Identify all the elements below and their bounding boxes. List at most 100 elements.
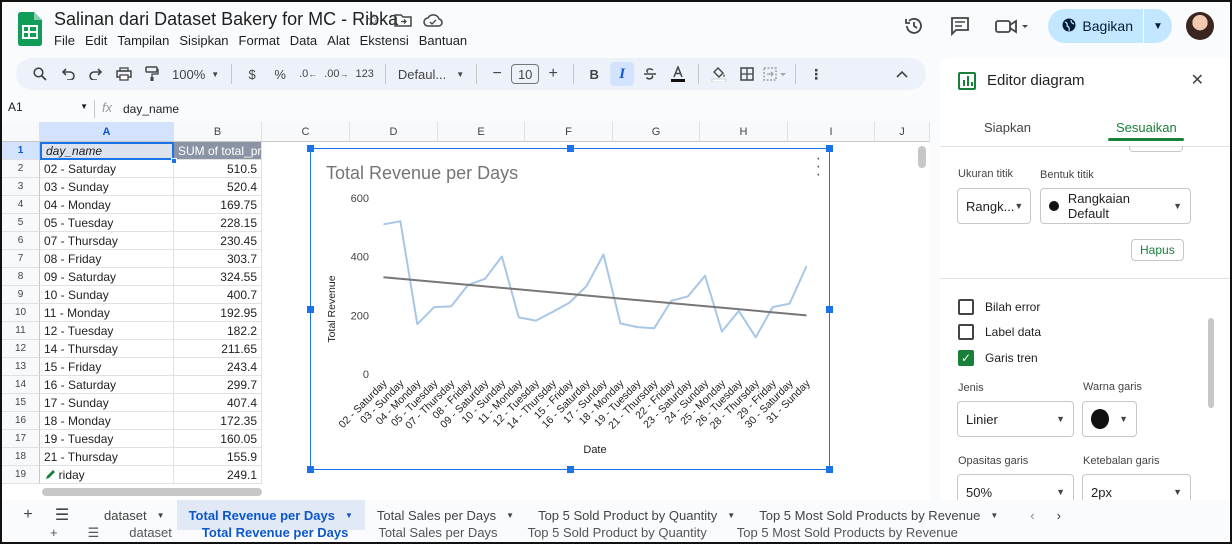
- column-header-f[interactable]: F: [525, 122, 613, 142]
- cell-sum[interactable]: 192.95: [174, 304, 262, 322]
- cell-sum[interactable]: 243.4: [174, 358, 262, 376]
- resize-handle-top[interactable]: [567, 145, 574, 152]
- share-button[interactable]: Bagikan ▼: [1048, 9, 1172, 43]
- trendline-type-select[interactable]: Linier ▼: [957, 401, 1074, 437]
- bold-button[interactable]: B: [582, 62, 606, 86]
- cell-day-name[interactable]: 15 - Friday: [40, 358, 174, 376]
- row-header[interactable]: 8: [2, 268, 40, 286]
- resize-handle-top-right[interactable]: [826, 145, 833, 152]
- cell-sum[interactable]: 160.05: [174, 430, 262, 448]
- resize-handle-bottom[interactable]: [567, 466, 574, 473]
- resize-handle-bottom-right[interactable]: [826, 466, 833, 473]
- row-header[interactable]: 10: [2, 304, 40, 322]
- percent-format-button[interactable]: %: [268, 62, 292, 86]
- resize-handle-right[interactable]: [826, 306, 833, 313]
- line-chart[interactable]: Total Revenue per Days · · · 0 200 400 600 02 …: [307, 145, 833, 473]
- error-bars-checkbox[interactable]: [958, 299, 974, 315]
- row-header[interactable]: 7: [2, 250, 40, 268]
- data-labels-checkbox[interactable]: [958, 324, 974, 340]
- fill-color-icon[interactable]: [707, 62, 731, 86]
- resize-handle-bottom-left[interactable]: [307, 466, 314, 473]
- cell-day-name[interactable]: 10 - Sunday: [40, 286, 174, 304]
- cell-sum[interactable]: 155.9: [174, 448, 262, 466]
- cell-day-name[interactable]: 02 - Saturday: [40, 160, 174, 178]
- row-header[interactable]: 14: [2, 376, 40, 394]
- row-header[interactable]: 16: [2, 412, 40, 430]
- sheet-tab-top5-quantity[interactable]: Top 5 Sold Product by Quantity ▼: [526, 500, 747, 530]
- cell-sum[interactable]: 230.45: [174, 232, 262, 250]
- cell-sum[interactable]: 510.5: [174, 160, 262, 178]
- undo-icon[interactable]: [56, 62, 80, 86]
- currency-format-button[interactable]: $: [240, 62, 264, 86]
- line-color-select[interactable]: ▼: [1082, 401, 1137, 437]
- add-sheet-icon[interactable]: +: [14, 506, 42, 524]
- move-folder-icon[interactable]: [392, 10, 414, 30]
- line-opacity-select[interactable]: 50% ▼: [957, 474, 1074, 500]
- cell-sum[interactable]: 228.15: [174, 214, 262, 232]
- trendline-checkbox[interactable]: ✓: [958, 350, 974, 366]
- increase-decimal-button[interactable]: .00 →: [324, 62, 348, 86]
- redo-icon[interactable]: [84, 62, 108, 86]
- document-title[interactable]: Salinan dari Dataset Bakery for MC - Rib…: [54, 9, 398, 30]
- comments-icon[interactable]: [944, 10, 976, 42]
- menu-extensions[interactable]: Ekstensi: [360, 33, 415, 48]
- sheet-tab-top5-revenue[interactable]: Top 5 Most Sold Products by Revenue ▼: [747, 500, 1010, 530]
- row-header[interactable]: 9: [2, 286, 40, 304]
- menu-format[interactable]: Format: [239, 33, 286, 48]
- cell-sum[interactable]: 324.55: [174, 268, 262, 286]
- cell-sum[interactable]: 407.4: [174, 394, 262, 412]
- column-header-e[interactable]: E: [438, 122, 525, 142]
- tab-setup[interactable]: Siapkan: [984, 120, 1031, 135]
- cell-sum[interactable]: 182.2: [174, 322, 262, 340]
- avatar[interactable]: [1186, 12, 1214, 40]
- decrease-decimal-button[interactable]: .0 ←: [296, 62, 320, 86]
- trendline-option[interactable]: ✓ Garis tren: [958, 350, 1038, 366]
- cell-day-name[interactable]: 05 - Tuesday: [40, 214, 174, 232]
- menu-insert[interactable]: Sisipkan: [179, 33, 234, 48]
- paint-format-icon[interactable]: [140, 62, 164, 86]
- line-thickness-select[interactable]: 2px ▼: [1082, 474, 1191, 500]
- column-header-i[interactable]: I: [788, 122, 875, 142]
- resize-handle-top-left[interactable]: [307, 145, 314, 152]
- cloud-status-icon[interactable]: [422, 10, 444, 30]
- name-box[interactable]: A1 ▼: [8, 100, 88, 114]
- text-color-icon[interactable]: [666, 62, 690, 86]
- row-header[interactable]: 11: [2, 322, 40, 340]
- cell-day-name[interactable]: 12 - Tuesday: [40, 322, 174, 340]
- cell-day-name[interactable]: 16 - Saturday: [40, 376, 174, 394]
- cell-day-name[interactable]: 08 - Friday: [40, 250, 174, 268]
- collapse-menu-icon[interactable]: [890, 62, 914, 86]
- cell-day-name[interactable]: 18 - Monday: [40, 412, 174, 430]
- point-size-select[interactable]: Rangk... ▼: [957, 188, 1031, 224]
- header-cell-day-name[interactable]: day_name: [40, 142, 174, 160]
- delete-button[interactable]: Hapus: [1131, 239, 1184, 261]
- column-header-b[interactable]: B: [174, 122, 262, 142]
- panel-scrollbar[interactable]: [1208, 318, 1214, 408]
- column-header-g[interactable]: G: [613, 122, 700, 142]
- print-icon[interactable]: [112, 62, 136, 86]
- cell-sum[interactable]: 249.1: [174, 466, 262, 484]
- header-cell-sum[interactable]: SUM of total_price: [174, 142, 262, 160]
- merge-cells-icon[interactable]: [763, 62, 787, 86]
- cell-day-name[interactable]: 17 - Sunday: [40, 394, 174, 412]
- zoom-select[interactable]: 100% ▼: [168, 62, 223, 86]
- column-header-c[interactable]: C: [262, 122, 350, 142]
- search-icon[interactable]: [28, 62, 52, 86]
- scroll-tabs-right-icon[interactable]: ›: [1057, 508, 1061, 523]
- italic-button[interactable]: I: [610, 62, 635, 86]
- cell-day-name[interactable]: 03 - Sunday: [40, 178, 174, 196]
- scroll-tabs-left-icon[interactable]: ‹: [1030, 508, 1034, 523]
- cell-day-name[interactable]: 14 - Thursday: [40, 340, 174, 358]
- increase-font-size-button[interactable]: +: [541, 62, 565, 86]
- tab-customize[interactable]: Sesuaikan: [1116, 120, 1177, 135]
- share-dropdown-icon[interactable]: ▼: [1144, 21, 1172, 32]
- font-select[interactable]: Defaul... ▼: [394, 62, 468, 86]
- cell-day-name[interactable]: 19 - Tuesday: [40, 430, 174, 448]
- menu-help[interactable]: Bantuan: [419, 33, 473, 48]
- row-header[interactable]: 6: [2, 232, 40, 250]
- cell-sum[interactable]: 520.4: [174, 178, 262, 196]
- select-all-corner[interactable]: [2, 122, 40, 142]
- menu-view[interactable]: Tampilan: [117, 33, 175, 48]
- row-header[interactable]: 13: [2, 358, 40, 376]
- resize-handle-left[interactable]: [307, 306, 314, 313]
